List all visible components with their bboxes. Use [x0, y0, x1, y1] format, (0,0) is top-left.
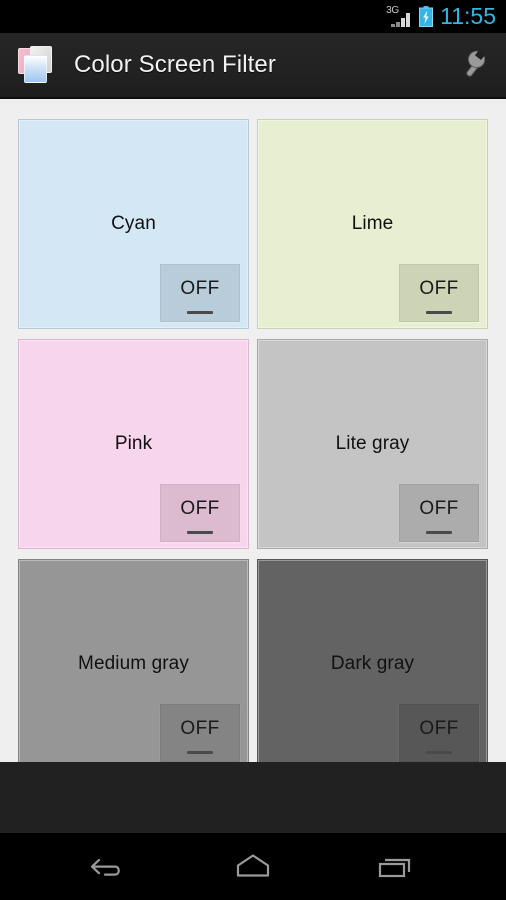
navigation-bar — [0, 833, 506, 900]
back-icon — [90, 858, 120, 876]
filter-card-label: Pink — [114, 433, 153, 454]
status-bar: 3G 11:55 — [0, 0, 506, 33]
filter-card-medium-gray[interactable]: Medium gray OFF — [18, 559, 249, 762]
action-bar: Color Screen Filter — [0, 33, 506, 99]
nav-home-button[interactable] — [213, 841, 293, 893]
toggle-track-indicator — [426, 311, 452, 314]
filter-card-label: Dark gray — [330, 653, 415, 674]
filter-toggle-label: OFF — [419, 718, 459, 739]
filter-card-lime[interactable]: Lime OFF — [257, 119, 488, 329]
filter-card-lite-gray[interactable]: Lite gray OFF — [257, 339, 488, 549]
nav-back-button[interactable] — [71, 841, 151, 893]
battery-charging-icon — [419, 6, 434, 27]
filter-card-pink[interactable]: Pink OFF — [18, 339, 249, 549]
status-bar-icons: 3G 11:55 — [386, 2, 496, 29]
filter-toggle-cyan[interactable]: OFF — [160, 264, 240, 322]
wrench-icon — [466, 50, 486, 77]
filter-card-dark-gray[interactable]: Dark gray OFF — [257, 559, 488, 762]
filter-card-label: Medium gray — [78, 653, 189, 674]
filter-card-label: Cyan — [111, 213, 156, 234]
toggle-track-indicator — [187, 531, 213, 534]
filter-grid: Cyan OFF Lime OFF Pink OFF Lite gray OFF… — [0, 101, 506, 762]
filter-toggle-label: OFF — [180, 278, 220, 299]
filter-toggle-medium-gray[interactable]: OFF — [160, 704, 240, 762]
filter-toggle-dark-gray[interactable]: OFF — [399, 704, 479, 762]
home-icon — [236, 853, 270, 877]
app-icon-blue-layer — [24, 55, 47, 83]
filter-card-label: Lite gray — [335, 433, 410, 454]
settings-button[interactable] — [446, 33, 506, 97]
empty-area-below-list — [0, 762, 506, 833]
toggle-track-indicator — [426, 531, 452, 534]
filter-card-cyan[interactable]: Cyan OFF — [18, 119, 249, 329]
filter-card-label: Lime — [351, 213, 394, 234]
network-type-label: 3G — [386, 4, 399, 16]
filter-toggle-lite-gray[interactable]: OFF — [399, 484, 479, 542]
android-screen: 3G 11:55 Color Screen Filter Cyan OFF Li… — [0, 0, 506, 900]
signal-bars-icon: 3G — [386, 4, 412, 28]
filter-toggle-label: OFF — [419, 498, 459, 519]
toggle-track-indicator — [187, 311, 213, 314]
filter-list-scroll-area[interactable]: Cyan OFF Lime OFF Pink OFF Lite gray OFF… — [0, 101, 506, 762]
filter-toggle-label: OFF — [419, 278, 459, 299]
recents-icon — [378, 858, 411, 877]
app-title: Color Screen Filter — [74, 51, 276, 78]
status-bar-clock: 11:55 — [440, 2, 496, 29]
toggle-track-indicator — [426, 751, 452, 754]
toggle-track-indicator — [187, 751, 213, 754]
color-screen-filter-app-icon — [18, 45, 58, 85]
filter-toggle-pink[interactable]: OFF — [160, 484, 240, 542]
battery-charging-glyph — [419, 6, 434, 27]
filter-toggle-label: OFF — [180, 498, 220, 519]
filter-toggle-lime[interactable]: OFF — [399, 264, 479, 322]
nav-recents-button[interactable] — [355, 841, 435, 893]
filter-toggle-label: OFF — [180, 718, 220, 739]
